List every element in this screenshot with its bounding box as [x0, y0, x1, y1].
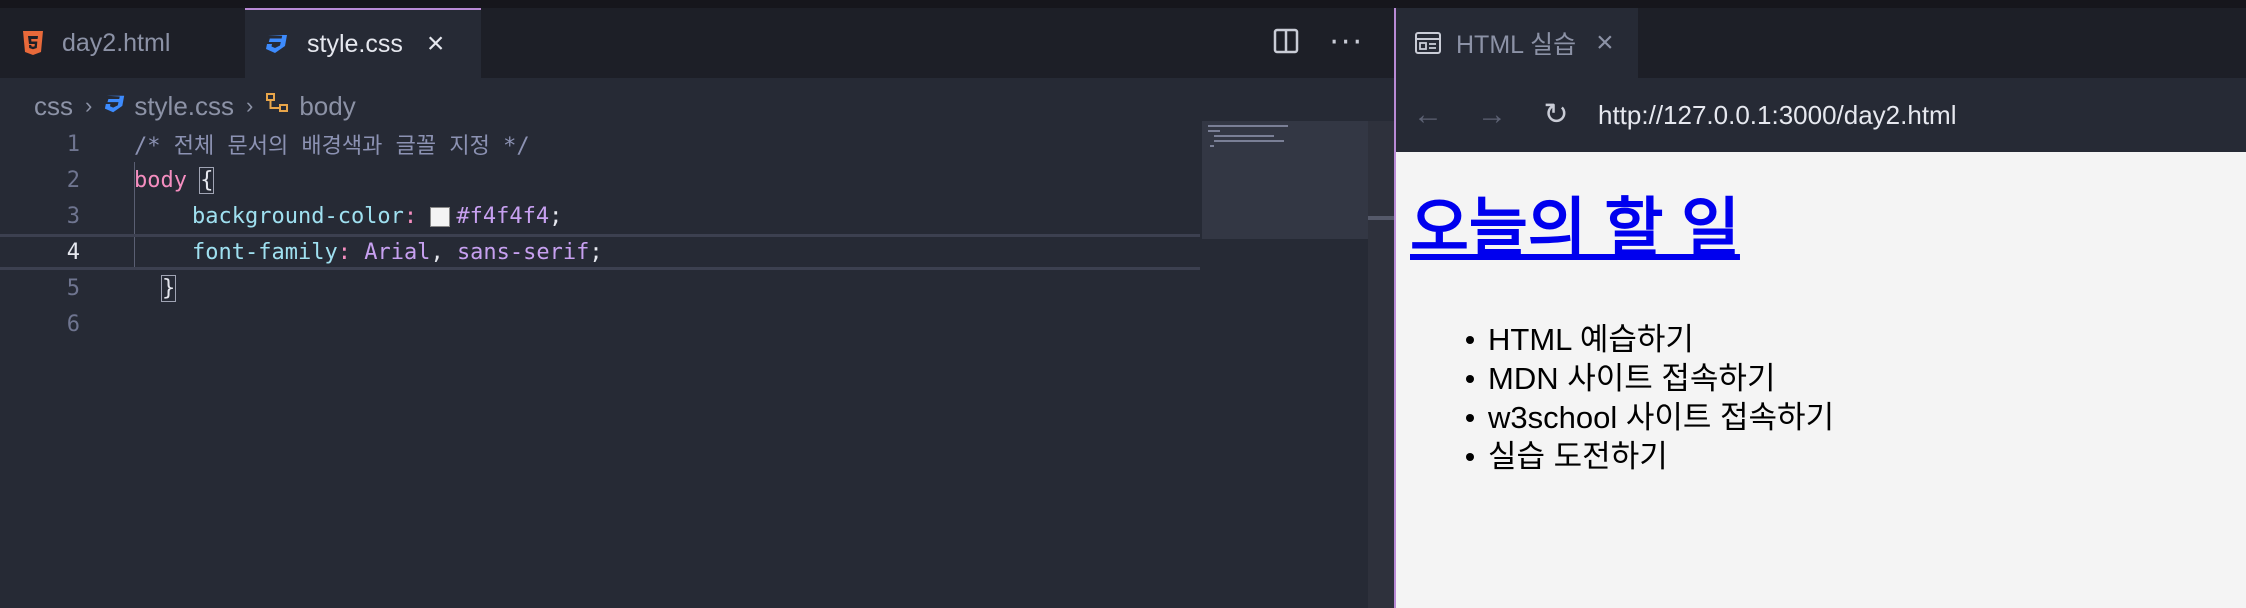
- browser-page-icon: [1414, 31, 1442, 55]
- css-value: Arial: [364, 239, 431, 265]
- css3-icon: [265, 32, 289, 56]
- color-swatch[interactable]: [430, 206, 451, 227]
- breadcrumb-folder[interactable]: css: [34, 91, 73, 122]
- breadcrumb: css › style.css › body: [34, 86, 356, 126]
- minimap[interactable]: [1202, 121, 1368, 239]
- css-value: sans-serif: [456, 239, 590, 265]
- line-content: /* 전체 문서의 배경색과 글꼴 지정 */: [134, 128, 530, 160]
- url-field[interactable]: http://127.0.0.1:3000/day2.html: [1598, 100, 1956, 131]
- line-number: 6: [66, 311, 80, 337]
- line-number: 1: [66, 131, 80, 157]
- line-number: 4: [66, 239, 80, 265]
- line-content: }: [160, 274, 177, 302]
- css-comment: /* 전체 문서의 배경색과 글꼴 지정 */: [134, 134, 530, 159]
- css-value: #f4f4f4: [456, 203, 550, 229]
- split-editor-icon[interactable]: [1273, 28, 1299, 58]
- browser-nav-bar: ← → ↻ http://127.0.0.1:3000/day2.html: [1396, 78, 2246, 152]
- line-number: 5: [66, 275, 80, 301]
- scrollbar-marker: [1368, 216, 1394, 220]
- more-actions-icon[interactable]: ···: [1329, 28, 1364, 58]
- line-content: font-family: Arial, sans-serif;: [192, 239, 603, 265]
- css-property: background-color: [192, 203, 404, 229]
- tab-label: day2.html: [62, 28, 171, 57]
- css3-icon: [104, 91, 126, 122]
- html5-icon: [22, 30, 44, 56]
- code-line[interactable]: 5 }: [0, 270, 1200, 306]
- todo-list: HTML 예습하기 MDN 사이트 접속하기 w3school 사이트 접속하기…: [1465, 320, 1835, 476]
- close-brace: }: [160, 274, 177, 302]
- back-arrow-icon[interactable]: ←: [1396, 100, 1460, 130]
- breadcrumb-file[interactable]: style.css: [134, 91, 234, 122]
- list-item: HTML 예습하기: [1465, 320, 1834, 359]
- editor-actions: ···: [1273, 8, 1364, 78]
- css-selector: body: [134, 167, 187, 193]
- preview-browser: HTML 실습 × ← → ↻ http://127.0.0.1:3000/da…: [1396, 8, 2246, 608]
- code-editor: day2.html style.css × ··· css › style.cs…: [0, 8, 1394, 608]
- tab-day2-html[interactable]: day2.html: [0, 8, 244, 78]
- open-brace: {: [199, 166, 215, 194]
- line-content: background-color: #f4f4f4;: [192, 203, 563, 229]
- list-item: MDN 사이트 접속하기: [1465, 359, 1834, 398]
- reload-icon[interactable]: ↻: [1524, 100, 1588, 130]
- code-line[interactable]: 6: [0, 306, 1200, 342]
- line-number: 2: [66, 167, 80, 193]
- close-icon[interactable]: ×: [427, 29, 445, 59]
- forward-arrow-icon[interactable]: →: [1460, 100, 1524, 130]
- browser-tab-title: HTML 실습: [1456, 31, 1577, 59]
- browser-tab[interactable]: HTML 실습 ×: [1396, 8, 1638, 78]
- code-line-current[interactable]: 4 font-family: Arial, sans-serif;: [0, 234, 1200, 270]
- chevron-right-icon: ›: [85, 93, 93, 118]
- list-item: 실습 도전하기: [1465, 437, 1834, 476]
- tab-label: style.css: [307, 29, 403, 58]
- tab-style-css[interactable]: style.css ×: [245, 8, 481, 78]
- css-property: font-family: [192, 239, 338, 265]
- breadcrumb-symbol[interactable]: body: [299, 91, 355, 122]
- browser-tab-bar: HTML 실습 ×: [1396, 8, 2246, 78]
- code-line[interactable]: 3 background-color: #f4f4f4;: [0, 198, 1200, 234]
- page-heading-link[interactable]: 오늘의 할 일: [1410, 196, 1740, 260]
- line-number: 3: [66, 203, 80, 229]
- code-line[interactable]: 1 /* 전체 문서의 배경색과 글꼴 지정 */: [0, 126, 1200, 162]
- symbol-structure-icon: [265, 91, 291, 122]
- line-content: body {: [134, 166, 215, 194]
- close-icon[interactable]: ×: [1596, 28, 1614, 58]
- editor-tab-bar: day2.html style.css × ···: [0, 8, 1394, 78]
- code-line[interactable]: 2 body {: [0, 162, 1200, 198]
- list-item: w3school 사이트 접속하기: [1465, 400, 1835, 435]
- rendered-page: 오늘의 할 일 HTML 예습하기 MDN 사이트 접속하기 w3school …: [1396, 152, 2246, 608]
- chevron-right-icon: ›: [246, 93, 254, 118]
- scrollbar[interactable]: [1368, 121, 1394, 608]
